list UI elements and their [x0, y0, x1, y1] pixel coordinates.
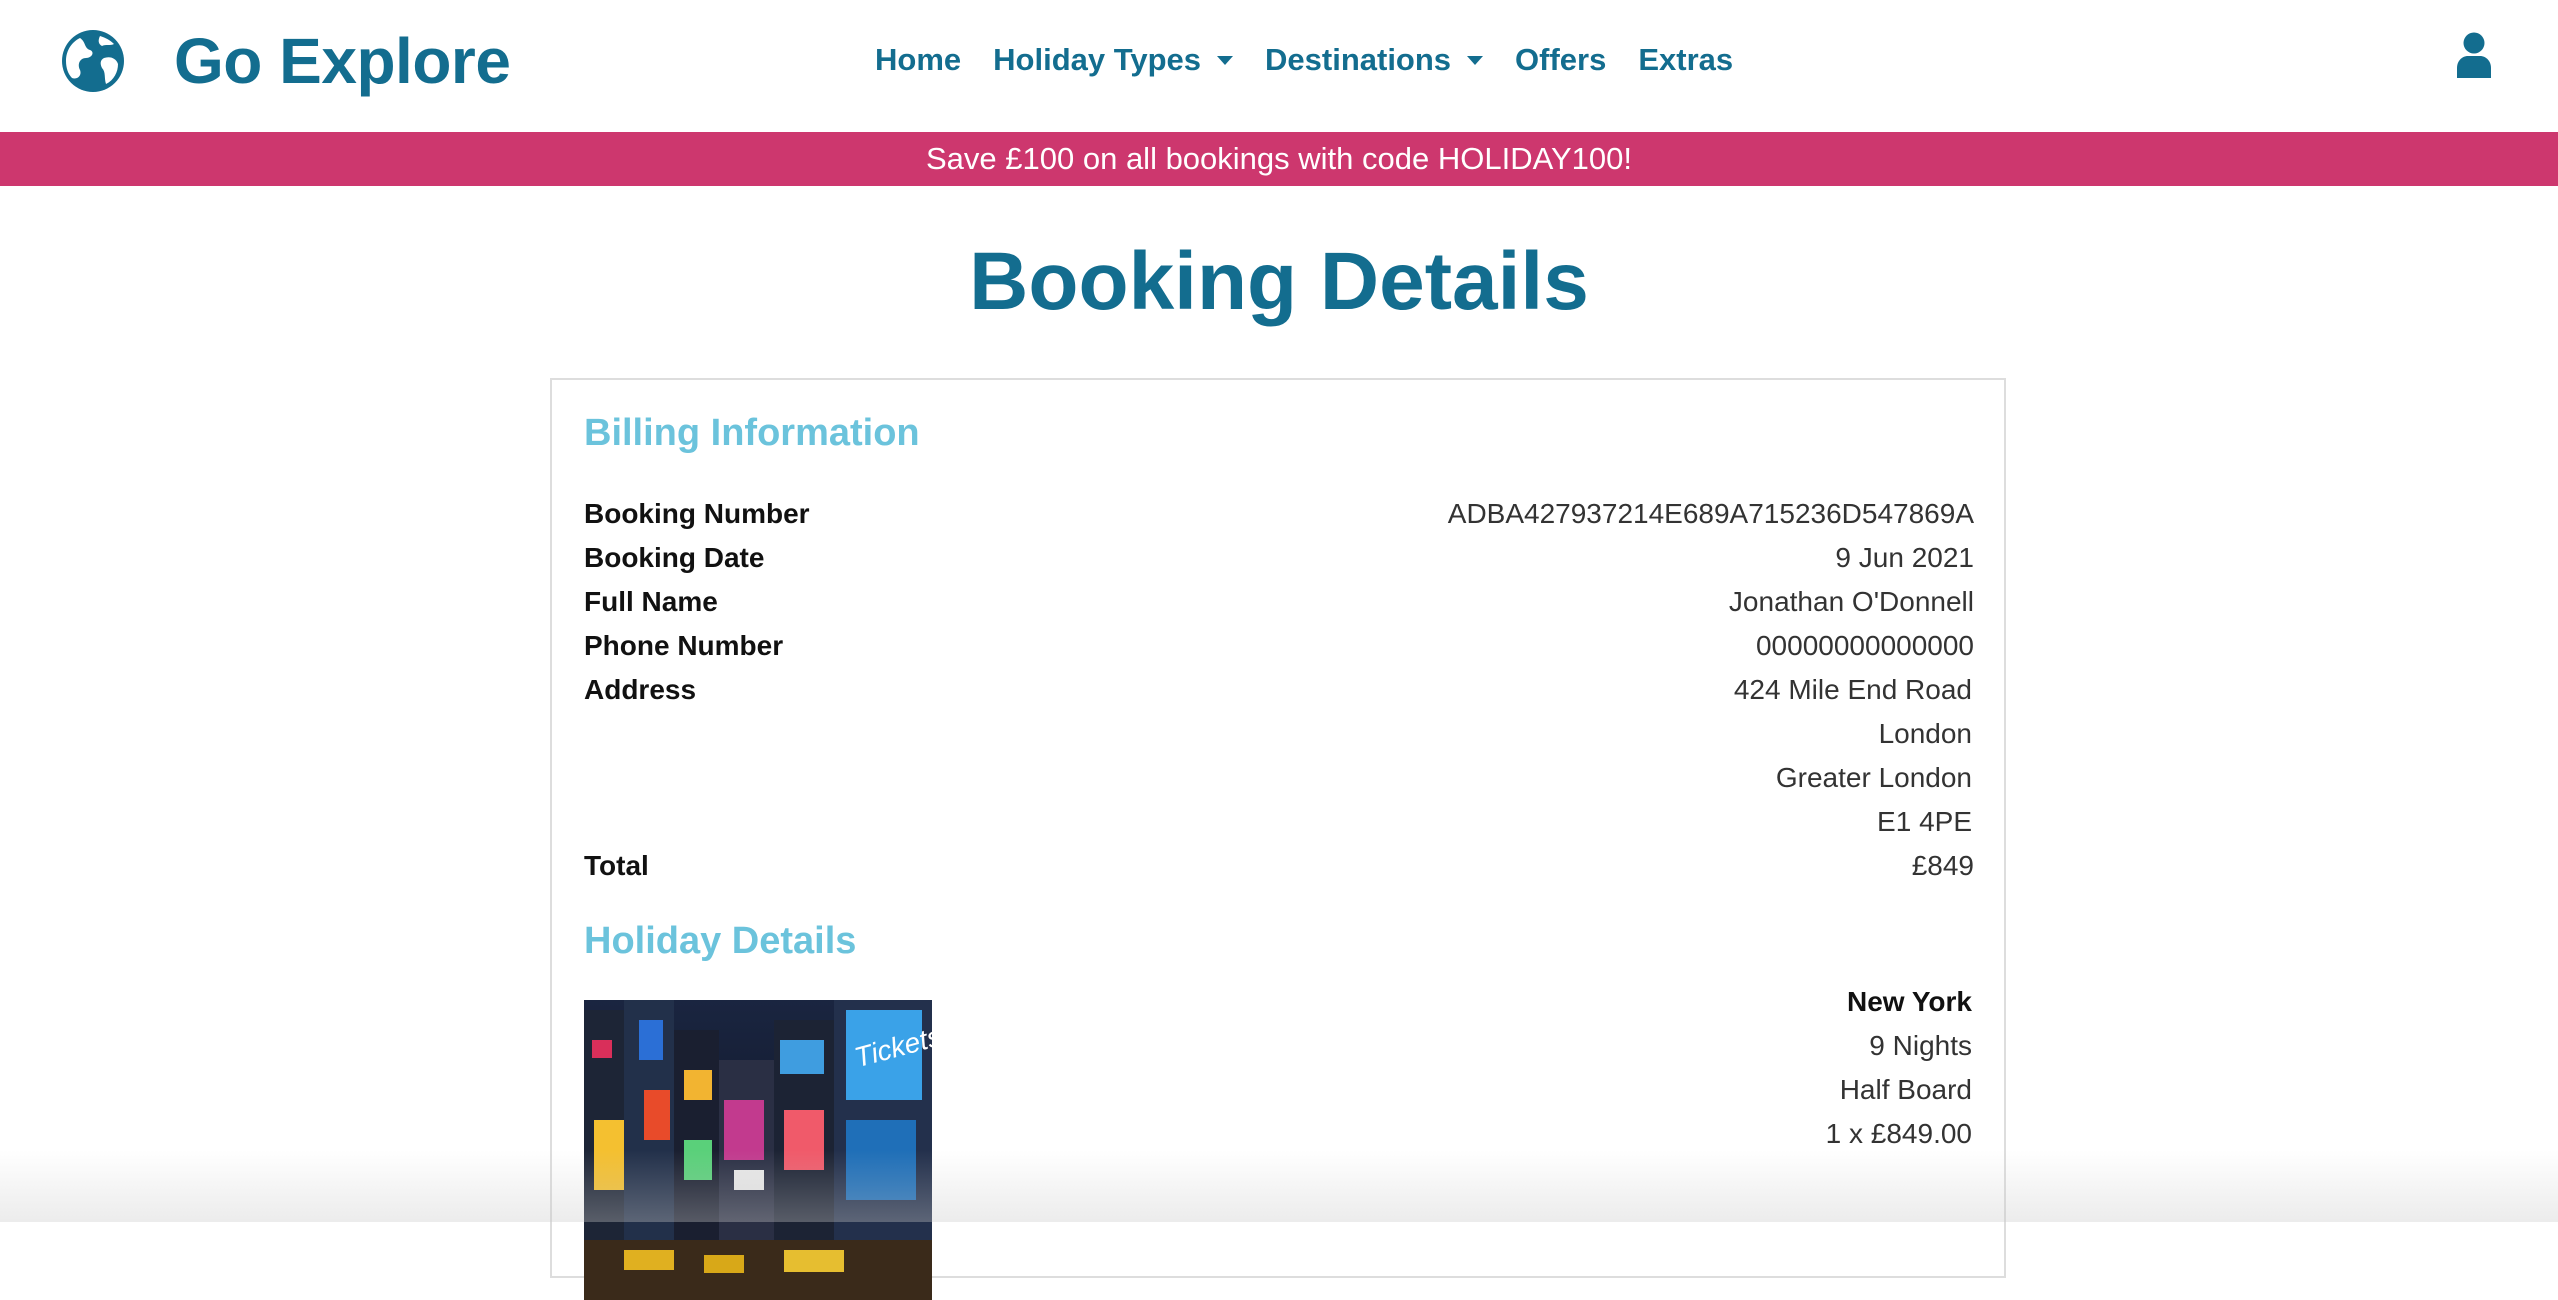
address-line-2: London	[1878, 718, 1972, 749]
booking-number-value: ADBA427937214E689A715236D547869A	[1447, 498, 1974, 529]
full-name-label: Full Name	[584, 586, 718, 617]
full-name-row: Full Name Jonathan O'Donnell	[584, 580, 1974, 624]
booking-date-label: Booking Date	[584, 542, 765, 573]
booking-details-card: Billing Information Booking Number ADBA4…	[550, 378, 2006, 1300]
nav-offers-label: Offers	[1515, 42, 1607, 77]
nav-destinations-dropdown[interactable]: Destinations	[1265, 42, 1484, 78]
account-button[interactable]	[2455, 32, 2493, 78]
caret-down-icon	[1217, 55, 1234, 65]
nav-extras-label: Extras	[1638, 42, 1734, 77]
address-line-3: Greater London	[1775, 762, 1972, 793]
total-value: £849	[1911, 850, 1974, 881]
nav-destinations-label: Destinations	[1265, 42, 1452, 77]
booking-date-row: Booking Date 9 Jun 2021	[584, 536, 1974, 580]
main-nav: Home Holiday Types Destinations Offers E…	[875, 38, 1765, 82]
full-name-value: Jonathan O'Donnell	[1728, 586, 1974, 617]
promo-banner: Save £100 on all bookings with code HOLI…	[0, 132, 2558, 186]
promo-text: Save £100 on all bookings with code HOLI…	[926, 141, 1632, 176]
nav-extras[interactable]: Extras	[1638, 42, 1733, 78]
booking-number-label: Booking Number	[584, 498, 810, 529]
page-title: Booking Details	[969, 236, 1589, 327]
holiday-details-heading: Holiday Details	[584, 920, 857, 962]
nav-home-label: Home	[875, 42, 962, 77]
caret-down-icon	[1467, 55, 1484, 65]
holiday-destination-image: Tickets	[584, 1000, 932, 1300]
nav-holiday-types-dropdown[interactable]: Holiday Types	[993, 42, 1234, 78]
holiday-summary: New York 9 Nights Half Board 1 x £849.00	[1826, 980, 1972, 1156]
billing-information-heading: Billing Information	[584, 412, 920, 454]
total-label: Total	[584, 850, 649, 881]
navbar: Go Explore Home Holiday Types Destinatio…	[0, 0, 2558, 132]
holiday-destination: New York	[1846, 986, 1972, 1017]
holiday-nights: 9 Nights	[1869, 1030, 1972, 1061]
total-row: Total £849	[584, 844, 1974, 888]
address-line-4: E1 4PE	[1877, 806, 1972, 837]
holiday-price: 1 x £849.00	[1825, 1118, 1972, 1149]
address-label: Address	[584, 674, 697, 705]
phone-number-label: Phone Number	[584, 630, 784, 661]
booking-date-value: 9 Jun 2021	[1835, 542, 1974, 573]
user-icon	[2457, 32, 2491, 78]
phone-number-value: 00000000000000	[1755, 630, 1974, 661]
phone-number-row: Phone Number 00000000000000	[584, 624, 1974, 668]
booking-number-row: Booking Number ADBA427937214E689A715236D…	[584, 492, 1974, 536]
holiday-board: Half Board	[1839, 1074, 1972, 1105]
nav-home[interactable]: Home	[875, 42, 961, 78]
address-line-1: 424 Mile End Road	[1733, 674, 1972, 705]
brand-name: Go Explore	[174, 25, 511, 97]
nav-offers[interactable]: Offers	[1515, 42, 1606, 78]
brand-link[interactable]: Go Explore	[60, 25, 511, 97]
globe-icon	[62, 30, 124, 92]
nav-holiday-types-label: Holiday Types	[993, 42, 1202, 77]
